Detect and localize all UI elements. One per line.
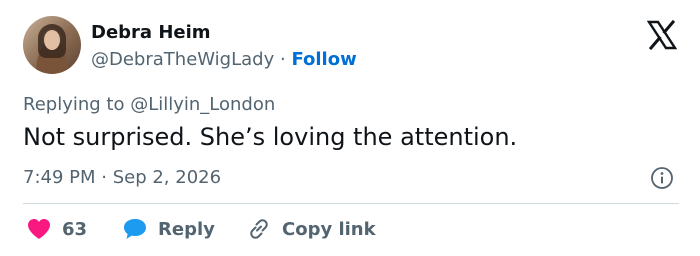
replying-to[interactable]: Replying to @Lillyin_London (23, 94, 275, 115)
divider (23, 203, 679, 204)
x-logo-icon[interactable] (647, 20, 677, 50)
tweet-timestamp[interactable]: 7:49 PM · Sep 2, 2026 (23, 167, 221, 188)
copy-link-button[interactable]: Copy link (246, 215, 376, 243)
tweet-text: Not surprised. She’s loving the attentio… (23, 123, 518, 151)
reply-button[interactable]: Reply (122, 215, 215, 243)
copy-link-label: Copy link (282, 218, 376, 240)
reply-label: Reply (158, 218, 215, 240)
follow-link[interactable]: Follow (291, 49, 356, 70)
heart-icon (28, 219, 50, 239)
author-handle-line: @DebraTheWigLady · Follow (91, 49, 357, 70)
info-icon[interactable] (650, 166, 674, 190)
speech-bubble-icon (124, 219, 146, 239)
like-button[interactable]: 63 (26, 215, 87, 243)
author-name[interactable]: Debra Heim (91, 22, 211, 43)
like-count: 63 (62, 218, 88, 240)
author-handle[interactable]: @DebraTheWigLady (91, 49, 274, 70)
separator-dot: · (279, 49, 286, 70)
avatar[interactable] (23, 16, 81, 74)
link-icon (250, 219, 268, 239)
